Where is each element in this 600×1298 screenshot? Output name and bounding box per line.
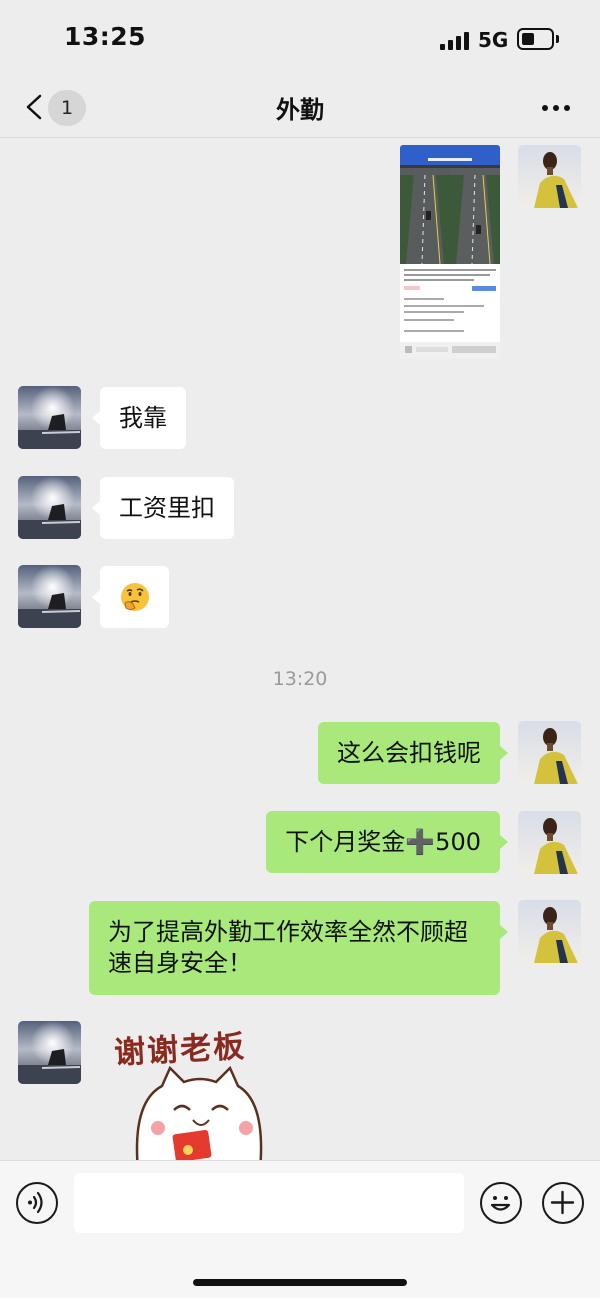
contact-avatar[interactable] — [18, 565, 81, 628]
message-bubble[interactable]: 为了提高外勤工作效率全然不顾超速自身安全！ — [89, 901, 508, 995]
message-input[interactable] — [74, 1173, 464, 1233]
chevron-left-icon — [26, 94, 42, 120]
emoji-button[interactable] — [480, 1182, 522, 1224]
message-bubble[interactable]: 我靠 — [92, 387, 186, 449]
my-avatar[interactable] — [518, 811, 581, 874]
signal-icon — [440, 31, 470, 50]
image-message[interactable] — [400, 145, 500, 359]
contact-avatar[interactable] — [18, 1021, 81, 1084]
unread-badge: 1 — [48, 90, 86, 126]
my-avatar[interactable] — [518, 721, 581, 784]
sticker-message[interactable]: 谢谢老板 — [100, 1020, 280, 1160]
message-bubble[interactable]: 下个月奖金➕500 — [266, 811, 508, 873]
home-indicator[interactable] — [193, 1279, 407, 1286]
thinking-face-icon — [121, 583, 149, 611]
emoji-bubble[interactable] — [92, 566, 169, 628]
screenshot-thumbnail — [400, 145, 500, 359]
time-separator: 13:20 — [272, 668, 328, 690]
voice-icon — [28, 1191, 43, 1214]
plus-button[interactable] — [542, 1182, 584, 1224]
more-button[interactable] — [536, 96, 576, 120]
nav-bar: 外勤 1 — [0, 76, 600, 138]
status-time: 13:25 — [64, 22, 147, 51]
cat-sticker-icon — [135, 1065, 263, 1160]
plus-icon — [550, 1190, 575, 1215]
my-avatar[interactable] — [518, 900, 581, 963]
input-bar — [0, 1160, 600, 1298]
chat-title: 外勤 — [276, 96, 324, 124]
contact-avatar[interactable] — [18, 386, 81, 449]
message-bubble[interactable]: 工资里扣 — [92, 477, 234, 539]
battery-icon — [517, 28, 554, 50]
battery-tip — [556, 35, 559, 43]
contact-avatar[interactable] — [18, 476, 81, 539]
network-label: 5G — [478, 28, 509, 52]
back-button[interactable]: 1 — [20, 88, 90, 128]
message-bubble[interactable]: 这么会扣钱呢 — [318, 722, 508, 784]
my-avatar[interactable] — [518, 145, 581, 208]
voice-button[interactable] — [16, 1182, 58, 1224]
emoji-icon — [490, 1196, 511, 1211]
more-icon — [542, 105, 548, 111]
status-bar: 13:25 5G — [0, 0, 600, 80]
